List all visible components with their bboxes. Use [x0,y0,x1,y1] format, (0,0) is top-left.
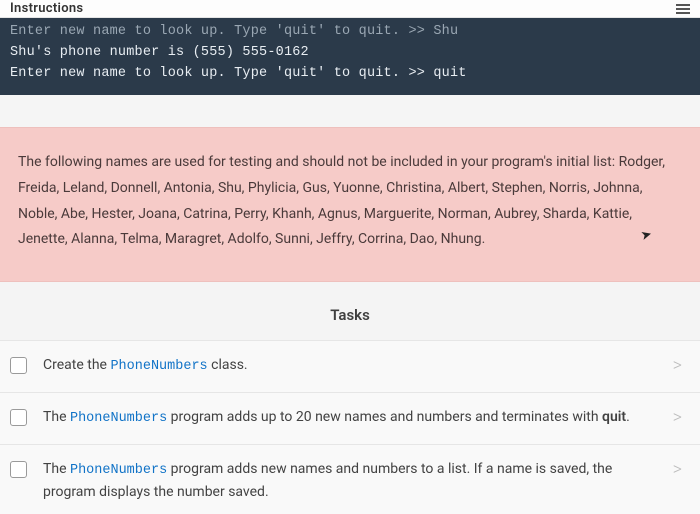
task-code: PhoneNumbers [110,359,207,374]
header-title: Instructions [10,1,83,16]
terminal-line-3: Enter new name to look up. Type 'quit' t… [10,64,690,85]
task-text-part: . [626,409,630,425]
tasks-heading: Tasks [0,282,700,340]
task-checkbox[interactable] [10,409,27,426]
task-text: The PhoneNumbers program adds new names … [43,459,657,504]
note-lead-text: The following names are used for testing… [18,154,615,170]
task-code: PhoneNumbers [70,463,167,478]
task-text: Create the PhoneNumbers class. [43,355,657,378]
task-bold: quit [602,409,626,425]
task-checkbox[interactable] [10,461,27,478]
top-header-strip: Instructions [0,0,700,18]
chevron-right-icon[interactable]: > [673,461,682,479]
task-text-part: The [43,409,70,425]
task-text: The PhoneNumbers program adds up to 20 n… [43,407,657,430]
hamburger-icon[interactable] [676,4,690,14]
task-text-part: The [43,461,70,477]
chevron-right-icon[interactable]: > [673,357,682,375]
task-code: PhoneNumbers [70,411,167,426]
task-list: Create the PhoneNumbers class. > The Pho… [0,340,700,514]
testing-names-note: The following names are used for testing… [0,127,700,283]
task-row[interactable]: The PhoneNumbers program adds up to 20 n… [0,392,700,444]
task-text-part: program adds up to 20 new names and numb… [167,409,602,425]
terminal-line-1: Enter new name to look up. Type 'quit' t… [10,22,690,43]
task-text-part: class. [208,357,248,373]
task-checkbox[interactable] [10,357,27,374]
task-text-part: Create the [43,357,110,373]
terminal-line-2: Shu's phone number is (555) 555-0162 [10,43,690,64]
task-row[interactable]: Create the PhoneNumbers class. > [0,340,700,392]
task-row[interactable]: The PhoneNumbers program adds new names … [0,444,700,514]
terminal-output: Enter new name to look up. Type 'quit' t… [0,18,700,95]
chevron-right-icon[interactable]: > [673,409,682,427]
